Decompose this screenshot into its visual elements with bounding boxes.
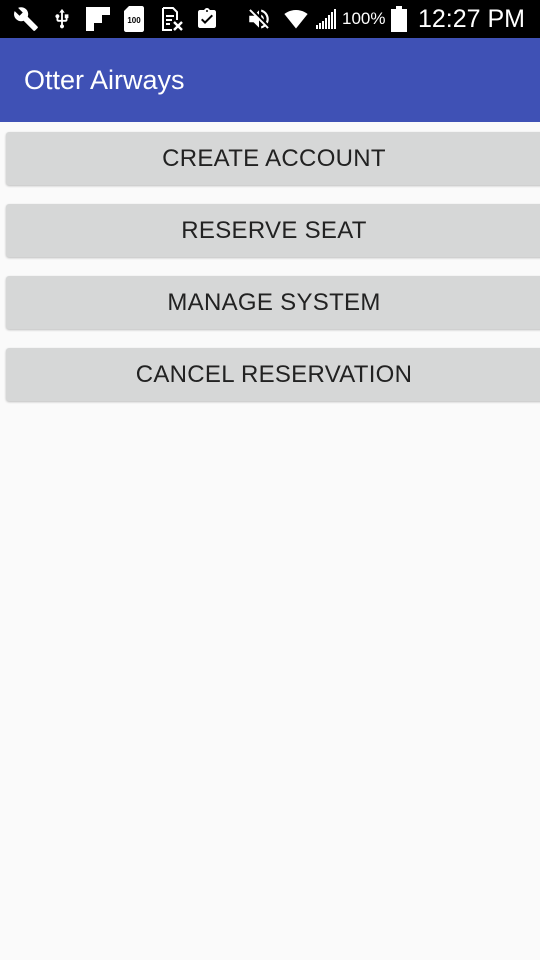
create-account-label: CREATE ACCOUNT (162, 144, 386, 172)
no-sim-icon (158, 5, 184, 33)
cancel-reservation-label: CANCEL RESERVATION (135, 360, 413, 388)
flipboard-icon (85, 5, 111, 33)
usb-icon (50, 5, 74, 33)
create-account-button[interactable]: CREATE ACCOUNT (6, 132, 540, 185)
battery-icon (390, 5, 408, 33)
clipboard-check-icon (194, 5, 220, 33)
signal-icon (314, 5, 340, 33)
clock: 12:27 PM (418, 5, 526, 33)
status-bar: 100 100% 12:27 PM (0, 0, 540, 38)
cancel-reservation-button[interactable]: CANCEL RESERVATION (6, 348, 540, 401)
wifi-icon (282, 5, 310, 33)
battery-percent: 100% (342, 9, 386, 28)
app-bar: Otter Airways (0, 38, 540, 122)
reserve-seat-label: RESERVE SEAT (181, 216, 367, 244)
sd-card-100-icon: 100 (124, 5, 144, 33)
manage-system-button[interactable]: MANAGE SYSTEM (6, 276, 540, 329)
sd-badge-text: 100 (127, 16, 141, 25)
app-title: Otter Airways (24, 65, 185, 95)
mute-icon (246, 5, 272, 33)
main-content: CREATE ACCOUNT RESERVE SEAT MANAGE SYSTE… (0, 122, 540, 960)
manage-system-label: MANAGE SYSTEM (167, 288, 381, 316)
wrench-icon (12, 5, 40, 33)
reserve-seat-button[interactable]: RESERVE SEAT (6, 204, 540, 257)
